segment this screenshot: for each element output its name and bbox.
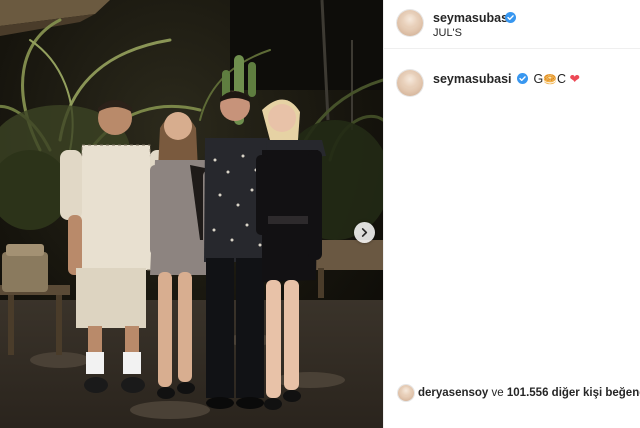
liker-username[interactable]: deryasensoy [418,387,488,399]
likes-suffix: diğer kişi beğendi [551,387,640,399]
post-location[interactable]: JUL'S [433,27,462,39]
likes-connector: ve [491,387,504,399]
bagel-emoji: 🥯 [543,74,557,86]
likes-count[interactable]: 101.556 [507,387,549,399]
caption-avatar[interactable] [397,70,423,96]
likes-bar: deryasensoy ve 101.556 diğer kişi beğend… [384,378,640,408]
caption: seymasubasi G🥯C ❤ [433,71,580,86]
author-avatar[interactable] [397,10,423,36]
verified-badge-icon [517,73,529,84]
group-photo [0,0,383,428]
likes-summary[interactable]: deryasensoy ve 101.556 diğer kişi beğend… [418,387,640,399]
post-side-panel: seymasubasi JUL'S seymasubasi G🥯C ❤ dery… [383,0,640,428]
caption-username[interactable]: seymasubasi [433,72,512,86]
verified-badge-icon [505,12,516,23]
next-photo-button[interactable] [354,222,375,243]
post-photo[interactable] [0,0,383,428]
chevron-right-icon [361,228,368,237]
caption-text-suffix: C [556,72,566,86]
author-username[interactable]: seymasubasi [433,11,512,25]
instagram-post-view: seymasubasi JUL'S seymasubasi G🥯C ❤ dery… [0,0,640,428]
caption-text-prefix: G [533,72,544,86]
post-header: seymasubasi JUL'S [384,0,640,49]
heart-emoji: ❤ [569,72,580,86]
liker-avatar[interactable] [398,385,414,401]
